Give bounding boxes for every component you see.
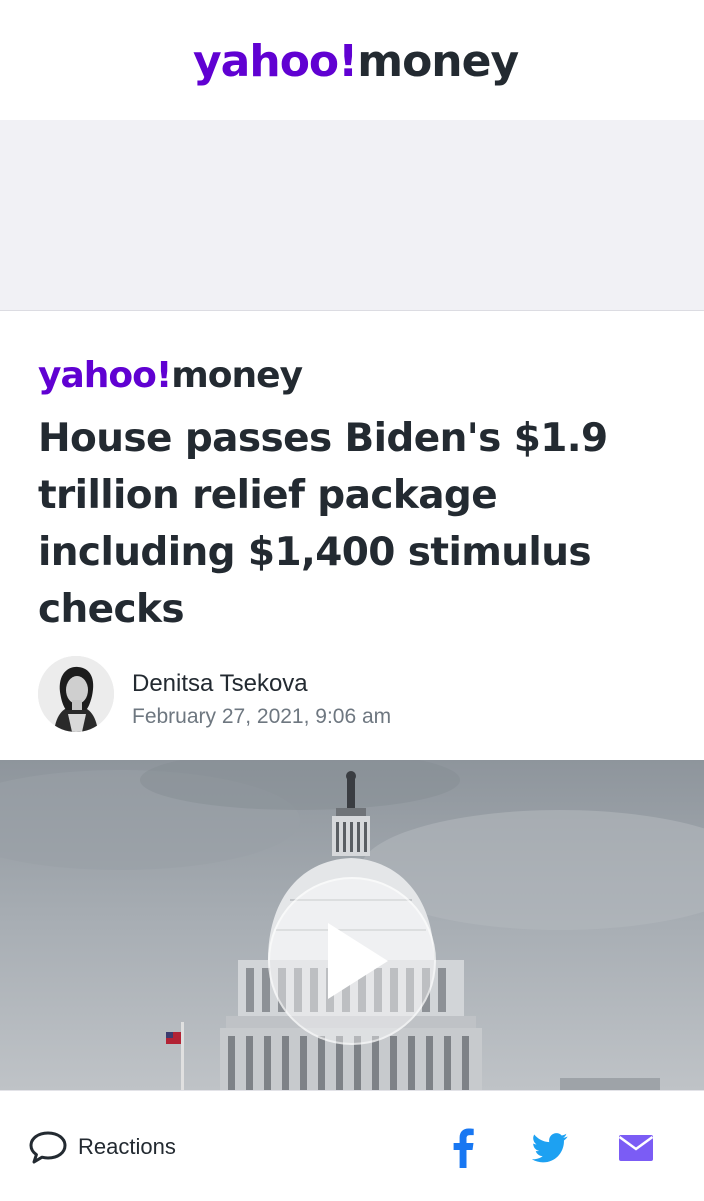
twitter-icon (532, 1133, 568, 1163)
author-avatar[interactable] (38, 656, 114, 732)
play-icon (328, 923, 388, 999)
ad-slot (0, 120, 704, 311)
mail-icon (618, 1135, 654, 1161)
twitter-share-button[interactable] (528, 1126, 572, 1170)
top-header: yahoo!money (0, 0, 704, 120)
publish-date: February 27, 2021, 9:06 am (132, 705, 392, 728)
speech-bubble-icon (29, 1131, 67, 1164)
author-name[interactable]: Denitsa Tsekova (132, 669, 308, 699)
facebook-share-button[interactable] (441, 1126, 485, 1170)
article-headline: House passes Biden's $1.9 trillion relie… (38, 416, 608, 632)
avatar-portrait (38, 656, 114, 732)
yahoo-money-logo[interactable]: yahoo!money (193, 36, 519, 88)
mail-share-button[interactable] (614, 1126, 658, 1170)
facebook-icon (453, 1128, 474, 1168)
reactions-button[interactable]: Reactions (28, 1128, 176, 1166)
play-button[interactable] (268, 877, 436, 1045)
reactions-label: Reactions (78, 1134, 176, 1159)
publisher-logo[interactable]: yahoo!money (38, 354, 303, 398)
